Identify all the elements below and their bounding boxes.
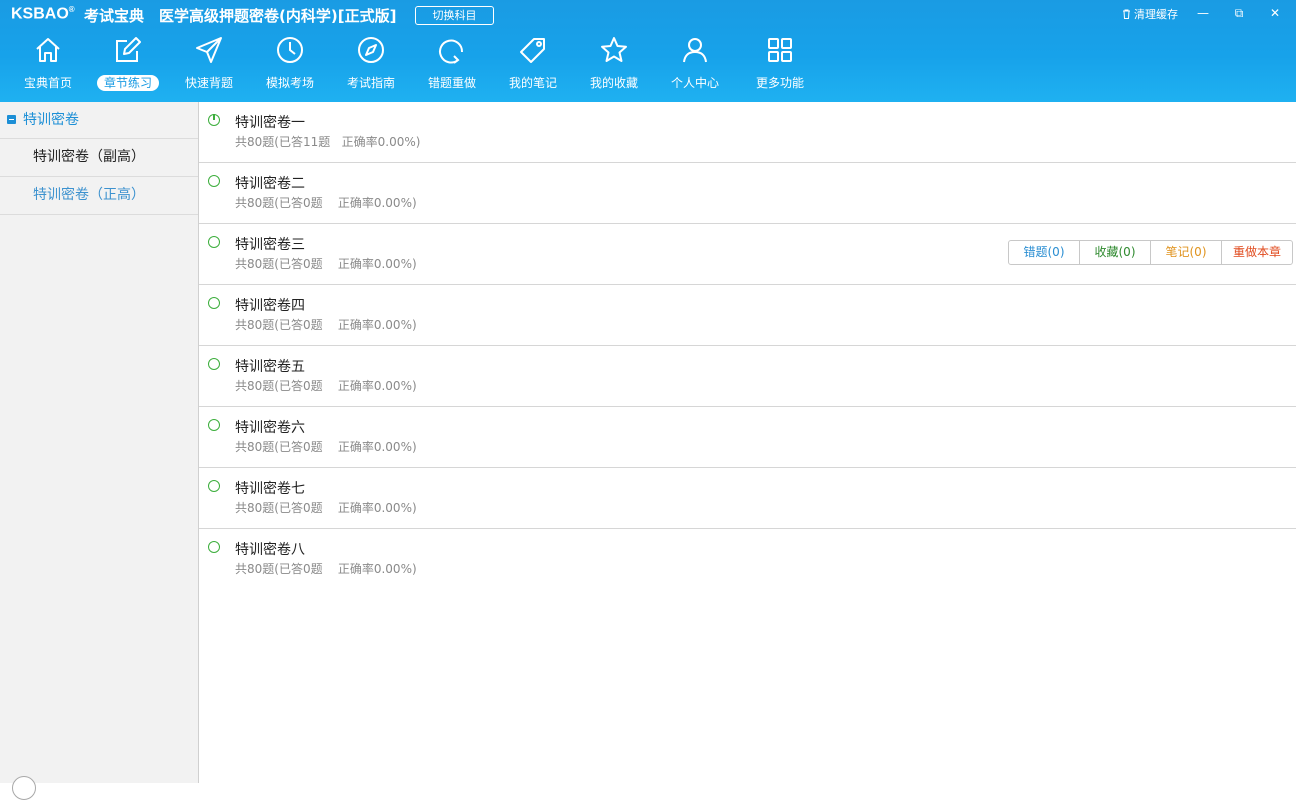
- paper-stats: 共80题(已答0题 正确率0.00%): [235, 196, 417, 210]
- nav-label: 宝典首页: [23, 76, 72, 90]
- trash-icon: [1123, 9, 1130, 19]
- nav-label: 个人中心: [670, 76, 719, 90]
- sidebar-group-header[interactable]: 特训密卷: [0, 102, 198, 139]
- nav-home[interactable]: 宝典首页: [8, 30, 88, 96]
- list-item[interactable]: 特训密卷二 共80题(已答0题 正确率0.00%): [199, 163, 1296, 224]
- collapse-icon[interactable]: [7, 115, 16, 124]
- nav-label: 考试指南: [346, 76, 395, 90]
- switch-subject-button[interactable]: 切换科目: [415, 6, 494, 25]
- clock-icon: [277, 37, 303, 63]
- paper-list: 特训密卷一 共80题(已答11题 正确率0.00%) 特训密卷二 共80题(已答…: [199, 102, 1296, 783]
- nav-label: 错题重做: [427, 76, 476, 90]
- progress-circle-icon: [208, 114, 220, 126]
- sidebar: 特训密卷 特训密卷（副高） 特训密卷（正高）: [0, 102, 199, 783]
- circle-icon: [208, 175, 220, 187]
- nav-mock-exam[interactable]: 模拟考场: [250, 30, 330, 96]
- circle-icon: [208, 541, 220, 553]
- minimize-button[interactable]: —: [1192, 4, 1214, 22]
- paper-title: 特训密卷一: [235, 115, 305, 131]
- circle-icon: [208, 419, 220, 431]
- paper-stats: 共80题(已答11题 正确率0.00%): [235, 135, 421, 149]
- clear-cache-label: 清理缓存: [1134, 8, 1178, 21]
- nav-personal-center[interactable]: 个人中心: [655, 30, 735, 96]
- list-item[interactable]: 特训密卷一 共80题(已答11题 正确率0.00%): [199, 102, 1296, 163]
- row-actions: 错题(0) 收藏(0) 笔记(0) 重做本章: [1008, 240, 1293, 265]
- paper-title: 特训密卷三: [235, 237, 305, 253]
- sidebar-item-associate-senior[interactable]: 特训密卷（副高）: [0, 139, 198, 177]
- paper-stats: 共80题(已答0题 正确率0.00%): [235, 440, 417, 454]
- paper-stats: 共80题(已答0题 正确率0.00%): [235, 257, 417, 271]
- floating-circle-button[interactable]: [12, 776, 36, 800]
- list-item[interactable]: 特训密卷四 共80题(已答0题 正确率0.00%): [199, 285, 1296, 346]
- edit-icon: [116, 37, 141, 62]
- compass-icon: [358, 37, 384, 63]
- circle-icon: [208, 236, 220, 248]
- nav-quick-review[interactable]: 快速背题: [169, 30, 249, 96]
- nav-label: 我的收藏: [589, 76, 638, 90]
- refresh-icon: [439, 39, 464, 64]
- home-icon: [36, 38, 60, 62]
- grid-icon: [768, 38, 792, 62]
- paper-title: 特训密卷四: [235, 298, 305, 314]
- main-nav: 宝典首页 章节练习 快速背题 模拟考场 考试指南 错题重做 我的笔记 我的收藏 …: [0, 30, 1296, 100]
- redo-chapter-button[interactable]: 重做本章: [1221, 240, 1293, 265]
- nav-more-features[interactable]: 更多功能: [740, 30, 820, 96]
- nav-my-favorites[interactable]: 我的收藏: [574, 30, 654, 96]
- nav-label: 章节练习: [96, 75, 159, 91]
- star-icon: [601, 37, 627, 62]
- nav-redo-wrong[interactable]: 错题重做: [412, 30, 492, 96]
- nav-label: 快速背题: [184, 76, 233, 90]
- circle-icon: [208, 358, 220, 370]
- header-bar: KSBAO® 考试宝典 医学高级押题密卷(内科学)[正式版] 切换科目 清理缓存…: [0, 0, 1296, 102]
- wrong-questions-button[interactable]: 错题(0): [1008, 240, 1080, 265]
- sidebar-item-senior[interactable]: 特训密卷（正高）: [0, 177, 198, 215]
- paper-title: 特训密卷二: [235, 176, 305, 192]
- paper-stats: 共80题(已答0题 正确率0.00%): [235, 501, 417, 515]
- list-item[interactable]: 特训密卷六 共80题(已答0题 正确率0.00%): [199, 407, 1296, 468]
- favorites-button[interactable]: 收藏(0): [1079, 240, 1151, 265]
- nav-label: 我的笔记: [508, 76, 557, 90]
- list-item[interactable]: 特训密卷七 共80题(已答0题 正确率0.00%): [199, 468, 1296, 529]
- send-icon: [196, 37, 222, 63]
- logo-ksbao: KSBAO®: [11, 5, 75, 23]
- nav-my-notes[interactable]: 我的笔记: [493, 30, 573, 96]
- user-icon: [683, 38, 707, 63]
- paper-title: 特训密卷五: [235, 359, 305, 375]
- notes-button[interactable]: 笔记(0): [1150, 240, 1222, 265]
- paper-stats: 共80题(已答0题 正确率0.00%): [235, 562, 417, 576]
- nav-exam-guide[interactable]: 考试指南: [331, 30, 411, 96]
- paper-title: 特训密卷六: [235, 420, 305, 436]
- paper-stats: 共80题(已答0题 正确率0.00%): [235, 379, 417, 393]
- app-title: 医学高级押题密卷(内科学)[正式版]: [159, 7, 397, 25]
- clear-cache-button[interactable]: 清理缓存: [1122, 6, 1178, 22]
- tag-icon: [520, 38, 545, 63]
- restore-button[interactable]: ⧉: [1228, 4, 1250, 22]
- paper-title: 特训密卷七: [235, 481, 305, 497]
- close-button[interactable]: ✕: [1264, 4, 1286, 22]
- nav-label: 更多功能: [755, 76, 804, 90]
- paper-stats: 共80题(已答0题 正确率0.00%): [235, 318, 417, 332]
- logo-registered-mark: ®: [68, 5, 75, 14]
- circle-icon: [208, 297, 220, 309]
- nav-label: 模拟考场: [265, 76, 314, 90]
- list-item[interactable]: 特训密卷三 共80题(已答0题 正确率0.00%) 错题(0) 收藏(0) 笔记…: [199, 224, 1296, 285]
- paper-title: 特训密卷八: [235, 542, 305, 558]
- sidebar-group-label: 特训密卷: [23, 112, 79, 128]
- logo-text: KSBAO: [11, 5, 69, 23]
- list-item[interactable]: 特训密卷八 共80题(已答0题 正确率0.00%): [199, 529, 1296, 589]
- logo-chinese: 考试宝典: [84, 7, 145, 25]
- nav-chapter-practice[interactable]: 章节练习: [88, 30, 168, 96]
- list-item[interactable]: 特训密卷五 共80题(已答0题 正确率0.00%): [199, 346, 1296, 407]
- circle-icon: [208, 480, 220, 492]
